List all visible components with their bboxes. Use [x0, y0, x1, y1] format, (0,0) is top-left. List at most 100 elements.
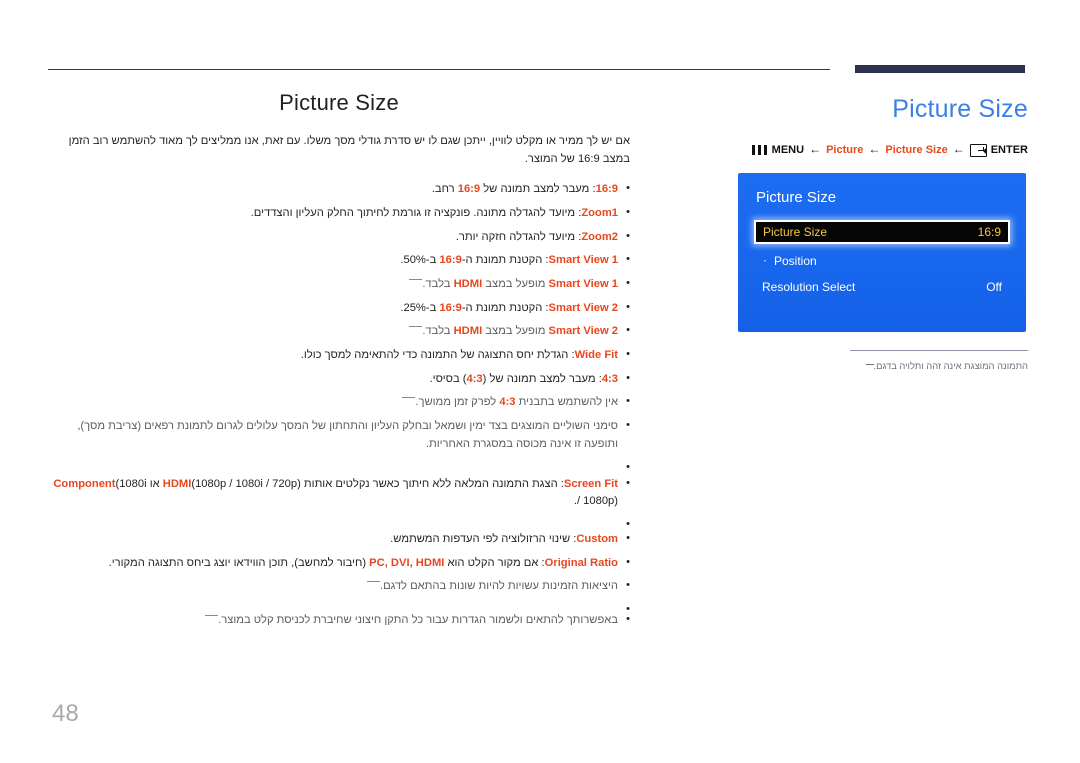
intro-paragraph: אם יש לך ממיר או מקלט לוויין, ייתכן שגם …	[68, 135, 630, 166]
header-rule-thick	[855, 65, 1025, 73]
note-smart-view-2: Smart View 2 מופעל במצב HDMI בלבד.	[48, 322, 630, 341]
note-dash-icon	[366, 581, 380, 583]
list-spacer	[48, 516, 630, 533]
option-key2-16-9: 16:9	[457, 183, 481, 196]
osd-row-resolution-select[interactable]: Resolution Select Off	[754, 276, 1010, 298]
note-key2-smart-view-1: HDMI	[453, 278, 483, 291]
list-item-screen-fit: Screen Fit: הצגת התמונה המלאה ללא חיתוך …	[48, 475, 630, 511]
menu-icon	[751, 145, 768, 155]
option-key-zoom2: Zoom2	[581, 230, 618, 243]
option-key-16-9: 16:9	[595, 183, 618, 196]
note-outputs: היציאות הזמינות עשויות להיות שונות בהתאם…	[48, 577, 630, 596]
option-text-zoom1: : מיועד להגדלה מתונה. פונקציה זו גורמת ל…	[250, 206, 582, 219]
original-ratio-sources: PC, DVI, HDMI	[369, 556, 445, 569]
note-4-3-duration: אין להשתמש בתבנית 4:3 לפרק זמן ממושך.	[48, 393, 630, 412]
breadcrumb-arrow-icon: ←	[952, 142, 965, 156]
list-spacer	[48, 459, 630, 476]
option-text-custom: : שינוי הרזולוציה לפי העדפות המשתמש.	[390, 532, 577, 545]
breadcrumb-menu-label: MENU	[771, 144, 805, 156]
osd-row-value: 16:9	[977, 225, 1001, 239]
option-text2-16-9: רחב.	[431, 183, 458, 196]
option-text2-smart-view-1: ב-50%.	[400, 254, 440, 267]
list-item-zoom2: Zoom2: מיועד להגדלה חזקה יותר.	[48, 228, 630, 247]
picture-size-option-list: 16:9: מעבר למצב תמונה של 16:9 רחב. Zoom1…	[48, 180, 630, 630]
screen-fit-source-hdmi: HDMI	[162, 477, 192, 490]
option-key-screen-fit: Screen Fit	[563, 477, 618, 490]
breadcrumb-item-picture-size[interactable]: Picture Size	[885, 144, 947, 156]
screen-fit-or: או	[146, 477, 163, 490]
osd-row-label: Resolution Select	[762, 280, 856, 294]
note-save-settings-text: באפשרותך להתאים ולשמור הגדרות עבור כל הת…	[218, 613, 618, 626]
option-text-4-3: : מעבר למצב תמונה של (	[482, 372, 602, 385]
list-item-smart-view-1: Smart View 1: הקטנת תמונת ה-16:9 ב-50%.	[48, 251, 630, 270]
option-key-smart-view-1: Smart View 1	[548, 254, 618, 267]
osd-row-picture-size[interactable]: Picture Size 16:9	[754, 220, 1010, 244]
note-dash-icon	[205, 614, 219, 616]
option-text-screen-fit: : הצגת התמונה המלאה ללא חיתוך כאשר נקלטי…	[300, 477, 564, 490]
option-key-custom: Custom	[576, 532, 618, 545]
note-key-smart-view-1: Smart View 1	[548, 278, 618, 291]
section-title: Picture Size	[892, 95, 1028, 123]
page-number: 48	[52, 700, 79, 727]
screen-fit-signals-hdmi: (1080p / 1080i / 720p)	[191, 477, 301, 490]
list-item-custom: Custom: שינוי הרזולוציה לפי העדפות המשתמ…	[48, 530, 630, 549]
note-save-settings: באפשרותך להתאים ולשמור הגדרות עבור כל הת…	[48, 611, 630, 630]
osd-footnote: התמונה המוצגת אינה זהה ותלויה בדגם.	[738, 359, 1028, 373]
option-text2-4-3: ) בסיסי.	[429, 372, 467, 385]
enter-icon	[969, 143, 987, 157]
list-item-zoom1: Zoom1: מיועד להגדלה מתונה. פונקציה זו גו…	[48, 204, 630, 223]
option-key-original-ratio: Original Ratio	[544, 556, 618, 569]
option-text-smart-view-1: : הקטנת תמונת ה-	[461, 254, 549, 267]
osd-row-position[interactable]: Position	[754, 250, 1010, 272]
osd-row-label: Picture Size	[763, 225, 828, 239]
note-key2-smart-view-2: HDMI	[453, 325, 483, 338]
note-smart-view-1: Smart View 1 מופעל במצב HDMI בלבד.	[48, 275, 630, 294]
note-divider	[850, 350, 1028, 351]
note-head-4-3: אין להשתמש בתבנית	[515, 396, 618, 409]
note-tail-smart-view-1: בלבד.	[422, 278, 454, 291]
list-item-original-ratio: Original Ratio: אם מקור הקלט הוא PC, DVI…	[48, 554, 630, 573]
note-key-smart-view-2: Smart View 2	[548, 325, 618, 338]
note-mid-smart-view-1: מופעל במצב	[482, 278, 549, 291]
note-outputs-text: היציאות הזמינות עשויות להיות שונות בהתאם…	[379, 580, 618, 593]
option-text-wide-fit: : הגדלת יחס התצוגה של התמונה כדי להתאימה…	[300, 349, 575, 362]
note-tail-4-3: לפרק זמן ממושך.	[415, 396, 500, 409]
breadcrumb-arrow-icon: ←	[868, 142, 881, 156]
osd-footnote-text: התמונה המוצגת אינה זהה ותלויה בדגם.	[873, 360, 1029, 371]
list-item-4-3: 4:3: מעבר למצב תמונה של (4:3) בסיסי.	[48, 370, 630, 389]
option-key2-smart-view-1: 16:9	[439, 254, 462, 267]
breadcrumb-item-picture[interactable]: Picture	[826, 144, 863, 156]
option-key-wide-fit: Wide Fit	[574, 349, 618, 362]
content-right-column: Picture Size ENTER ← Picture Size ← Pict…	[738, 95, 1028, 373]
option-key-4-3: 4:3	[601, 372, 618, 385]
note-dash-icon	[402, 397, 416, 399]
note-key-4-3: 4:3	[499, 396, 516, 409]
option-key2-smart-view-2: 16:9	[439, 301, 462, 314]
osd-row-label: Position	[762, 253, 817, 268]
option-key-smart-view-2: Smart View 2	[548, 301, 618, 314]
note-tail-smart-view-2: בלבד.	[422, 325, 454, 338]
note-burn-in: סימני השוליים המוצגים בצד ימין ושמאל ובח…	[48, 417, 630, 453]
breadcrumb: ENTER ← Picture Size ← Picture ← MENU	[738, 142, 1028, 158]
screen-fit-source-component: Component	[53, 477, 116, 490]
breadcrumb-menu: MENU	[751, 144, 805, 156]
option-key-zoom1: Zoom1	[581, 206, 618, 219]
note-dash-icon	[409, 326, 423, 328]
list-item-smart-view-2: Smart View 2: הקטנת תמונת ה-16:9 ב-25%.	[48, 299, 630, 318]
original-ratio-text: (חיבור למחשב), תוכן הווידאו יוצג ביחס הת…	[108, 556, 370, 569]
list-item-16-9: 16:9: מעבר למצב תמונה של 16:9 רחב.	[48, 180, 630, 199]
note-dash-icon	[409, 279, 423, 281]
note-mid-smart-view-2: מופעל במצב	[482, 325, 549, 338]
option-text2-smart-view-2: ב-25%.	[400, 301, 440, 314]
osd-panel: Picture Size Picture Size 16:9 Position …	[738, 173, 1026, 332]
option-text-smart-view-2: : הקטנת תמונת ה-	[461, 301, 549, 314]
option-text-original-ratio: : אם מקור הקלט הוא	[444, 556, 545, 569]
breadcrumb-enter: ENTER	[969, 143, 1028, 157]
option-text-zoom2: : מיועד להגדלה חזקה יותר.	[455, 230, 582, 243]
list-item-wide-fit: Wide Fit: הגדלת יחס התצוגה של התמונה כדי…	[48, 346, 630, 365]
option-key2-4-3: 4:3	[466, 372, 483, 385]
breadcrumb-arrow-icon: ←	[809, 142, 822, 156]
page-title: Picture Size	[279, 90, 399, 115]
list-spacer	[48, 601, 630, 618]
osd-row-value: Off	[986, 280, 1002, 294]
